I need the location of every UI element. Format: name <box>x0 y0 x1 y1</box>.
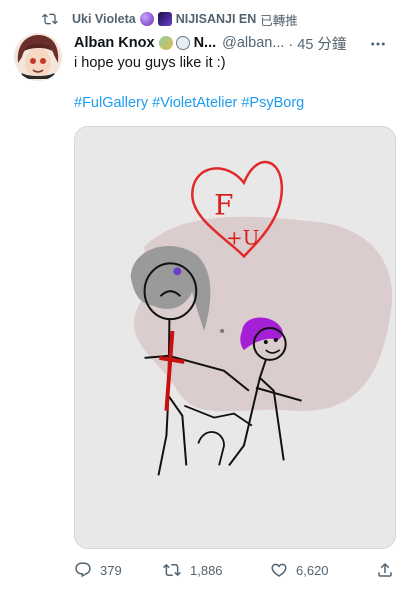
more-options-icon[interactable] <box>369 35 387 53</box>
retweeter-org: NIJISANJI EN <box>175 12 257 26</box>
retweet-icon <box>42 13 58 25</box>
galaxy-emoji <box>157 12 172 26</box>
tweet-image[interactable]: F +U <box>74 126 396 549</box>
like-count: 6,620 <box>296 562 329 578</box>
tweet-hashtags[interactable]: #FulGallery #VioletAtelier #PsyBorg <box>74 95 304 111</box>
retweet-count: 1,886 <box>190 562 223 578</box>
tweet-header: Alban Knox N... @alban... · 45 分鐘 <box>74 33 395 53</box>
like-button[interactable]: 6,620 <box>270 558 329 582</box>
tweet-actions: 379 1,886 6,620 <box>74 558 400 582</box>
drawing-text-u: +U <box>226 226 259 249</box>
author-name-truncated: N... <box>193 35 217 51</box>
author-handle[interactable]: @alban... <box>222 35 284 51</box>
drawing-text-f: F <box>214 189 233 222</box>
heart-icon <box>271 563 287 577</box>
retweeted-label: 已轉推 <box>260 13 298 28</box>
share-button[interactable] <box>376 558 394 582</box>
reply-count: 379 <box>100 562 122 578</box>
author-name[interactable]: Alban Knox <box>74 35 155 51</box>
retweeter-name[interactable]: Uki Violeta <box>72 12 136 26</box>
avatar[interactable] <box>14 33 62 81</box>
reply-button[interactable]: 379 <box>74 558 122 582</box>
tweet-time[interactable]: · 45 分鐘 <box>288 33 346 54</box>
theater-masks-emoji <box>158 36 173 50</box>
purple-orb-emoji <box>139 12 154 26</box>
share-icon <box>378 562 392 577</box>
retweet-icon <box>163 563 181 577</box>
retweet-button[interactable]: 1,886 <box>162 558 223 582</box>
reply-icon <box>75 562 91 578</box>
clock-emoji <box>175 36 190 50</box>
tweet-text: i hope you guys like it :) <box>74 55 226 71</box>
